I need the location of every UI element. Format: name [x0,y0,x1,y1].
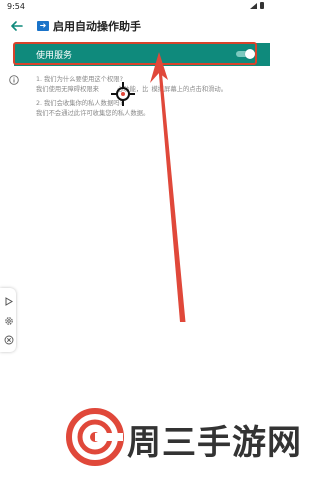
faq-question-2: 2. 我们会收集你的私人数据吗? [36,100,123,107]
watermark-logo-icon [66,408,124,466]
close-circle-icon [4,335,13,344]
play-button[interactable] [3,296,14,307]
faq-question-1: 1. 我们为什么要使用这个权限? [36,76,123,83]
app-bar: ➜ 启用自动操作助手 [0,12,270,40]
faq-section: 1. 我们为什么要使用这个权限? 我们使用无障碍权限来 心功能，比 模拟屏幕上的点击… [36,75,260,118]
page-title-group: ➜ 启用自动操作助手 [37,18,141,34]
watermark: 周三手游网 [65,407,301,467]
status-bar: 9:54 [0,0,270,12]
back-button[interactable] [8,17,26,35]
arrow-right-icon: ➜ [37,21,49,31]
faq-answer-1-part-1: 我们使用无障碍权限来 [36,85,99,93]
battery-icon [260,2,264,9]
crosshair-cursor-icon [111,82,135,106]
info-icon [9,75,19,85]
settings-button[interactable] [3,315,14,326]
back-arrow-icon [11,21,23,31]
page-title: 启用自动操作助手 [53,20,141,33]
highlight-annotation-box [13,42,257,65]
faq-answer-1: 我们使用无障碍权限来 心功能，比 模拟屏幕上的点击和滑动。 [36,85,260,95]
floating-control-panel [0,288,16,352]
play-icon [5,297,13,306]
faq-answer-1-part-3: 模拟屏幕上的点击和滑动。 [151,85,228,93]
status-icons [250,2,264,9]
faq-answer-2: 我们不会通过此许可收集您的私人数据。 [36,109,150,117]
status-time: 9:54 [7,2,25,11]
close-button[interactable] [3,334,14,345]
watermark-text: 周三手游网 [127,423,302,463]
signal-icon [250,2,257,9]
gear-icon [4,316,13,325]
